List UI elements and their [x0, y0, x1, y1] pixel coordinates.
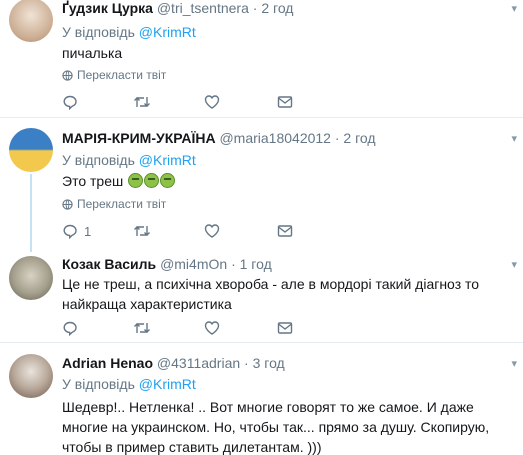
reply-button[interactable]: 1: [62, 223, 91, 239]
timestamp[interactable]: 2 год: [343, 130, 375, 146]
display-name[interactable]: Козак Василь: [62, 256, 156, 272]
tweet-text-wrapper: Это треш: [62, 171, 514, 191]
reply-icon: [63, 95, 77, 110]
avatar[interactable]: [9, 256, 53, 300]
tweet-actions: [62, 94, 302, 112]
translate-label: Перекласти твіт: [77, 68, 167, 82]
separator-dot: ·: [334, 130, 340, 146]
display-name[interactable]: Ґудзик Цурка: [62, 0, 153, 16]
avatar[interactable]: [9, 128, 53, 172]
tweet-actions: 1: [62, 223, 302, 241]
reply-button[interactable]: [62, 320, 84, 336]
direct-message-button[interactable]: [277, 320, 293, 336]
tweet[interactable]: Козак Василь @mi4mOn · 1 год ▾ Це не тре…: [0, 254, 523, 343]
translate-tweet-link[interactable]: Перекласти твіт: [62, 197, 166, 211]
globe-icon: [62, 69, 73, 81]
direct-message-button[interactable]: [277, 94, 293, 110]
chevron-down-icon[interactable]: ▾: [511, 258, 517, 271]
timestamp[interactable]: 2 год: [261, 0, 293, 16]
reply-context: У відповідь @KrimRt: [62, 375, 196, 393]
display-name[interactable]: Adrian Henao: [62, 355, 153, 371]
display-name[interactable]: МАРІЯ-КРИМ-УКРАЇНА: [62, 130, 216, 146]
reply-prefix: У відповідь: [62, 152, 135, 168]
nauseated-face-icon: [144, 173, 160, 188]
timestamp[interactable]: 3 год: [253, 355, 285, 371]
chevron-down-icon[interactable]: ▾: [511, 2, 517, 15]
globe-icon: [62, 198, 73, 210]
reply-icon: [63, 321, 77, 336]
retweet-icon: [134, 97, 150, 107]
mention-link[interactable]: @KrimRt: [139, 24, 196, 40]
reply-button[interactable]: [62, 94, 84, 110]
nauseated-face-icon: [160, 173, 176, 188]
timestamp[interactable]: 1 год: [240, 256, 272, 272]
nauseated-face-icon: [128, 173, 144, 188]
like-button[interactable]: [204, 320, 220, 336]
reply-prefix: У відповідь: [62, 376, 135, 392]
reply-count: 1: [84, 223, 92, 239]
tweet[interactable]: Adrian Henao @4311adrian · 3 год ▾ У від…: [0, 343, 523, 455]
retweet-icon: [134, 226, 150, 236]
heart-icon: [204, 95, 220, 109]
separator-dot: ·: [244, 355, 249, 371]
reply-prefix: У відповідь: [62, 24, 135, 40]
translate-tweet-link[interactable]: Перекласти твіт: [62, 68, 166, 82]
heart-icon: [204, 224, 220, 238]
tweet-actions: [62, 320, 302, 338]
separator-dot: ·: [252, 0, 258, 16]
tweet-text: Это треш: [62, 173, 124, 189]
tweet-header: Козак Василь @mi4mOn · 1 год: [62, 255, 272, 273]
envelope-icon: [277, 322, 293, 334]
tweet-text: Шедевр!.. Нетленка! .. Вот многие говоря…: [62, 399, 490, 455]
retweet-button[interactable]: [133, 223, 151, 239]
reply-context: У відповідь @KrimRt: [62, 151, 196, 169]
tweet-header: МАРІЯ-КРИМ-УКРАЇНА @maria18042012 · 2 го…: [62, 129, 376, 147]
envelope-icon: [277, 96, 293, 108]
tweet-text: Це не треш, а психічна хвороба - але в м…: [62, 276, 480, 312]
user-handle[interactable]: @mi4mOn: [160, 256, 227, 272]
separator-dot: ·: [231, 256, 236, 272]
chevron-down-icon[interactable]: ▾: [511, 357, 517, 370]
user-handle[interactable]: @4311adrian: [157, 355, 240, 371]
translate-label: Перекласти твіт: [77, 197, 167, 211]
user-handle[interactable]: @tri_tsentnera: [157, 0, 249, 16]
tweet-text: пичалька: [62, 45, 123, 61]
like-button[interactable]: [204, 223, 220, 239]
avatar[interactable]: [9, 354, 53, 398]
tweet[interactable]: МАРІЯ-КРИМ-УКРАЇНА @maria18042012 · 2 го…: [0, 118, 523, 254]
tweet-header: Adrian Henao @4311adrian · 3 год: [62, 354, 285, 372]
avatar[interactable]: [9, 0, 53, 42]
mention-link[interactable]: @KrimRt: [139, 152, 196, 168]
tweet-header: Ґудзик Цурка @tri_tsentnera · 2 год: [62, 0, 293, 17]
retweet-icon: [134, 323, 150, 333]
envelope-icon: [277, 225, 293, 237]
user-handle[interactable]: @maria18042012: [219, 130, 331, 146]
tweet[interactable]: Ґудзик Цурка @tri_tsentnera · 2 год ▾ У …: [0, 0, 523, 118]
chevron-down-icon[interactable]: ▾: [511, 132, 517, 145]
direct-message-button[interactable]: [277, 223, 293, 239]
like-button[interactable]: [204, 94, 220, 110]
reply-context: У відповідь @KrimRt: [62, 23, 196, 41]
retweet-button[interactable]: [133, 94, 151, 110]
mention-link[interactable]: @KrimRt: [139, 376, 196, 392]
retweet-button[interactable]: [133, 320, 151, 336]
heart-icon: [204, 321, 220, 335]
reply-icon: [63, 224, 77, 239]
